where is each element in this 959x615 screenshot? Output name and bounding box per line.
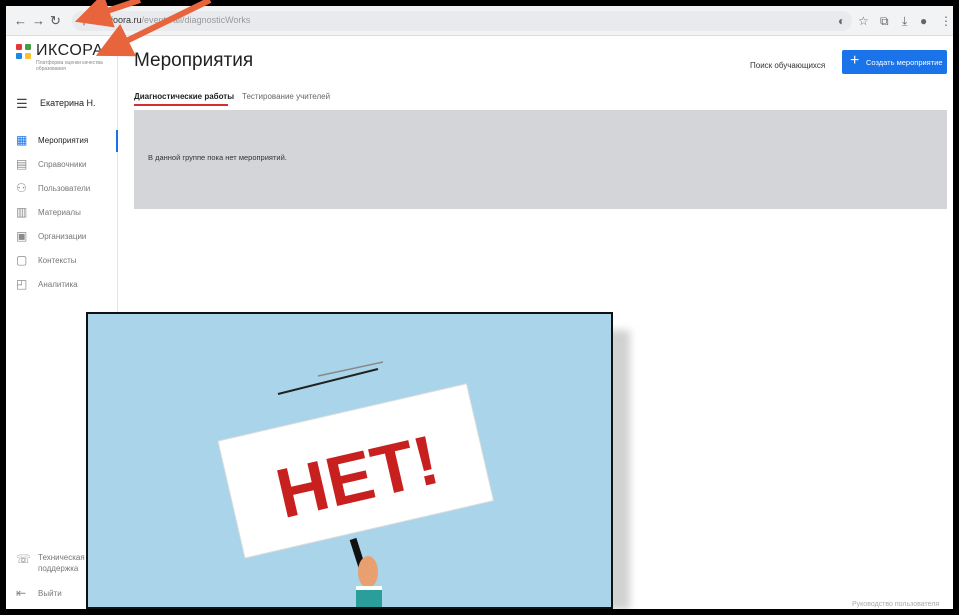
annotation-arrows: [74, 0, 212, 57]
arrow-to-url: [74, 0, 141, 28]
